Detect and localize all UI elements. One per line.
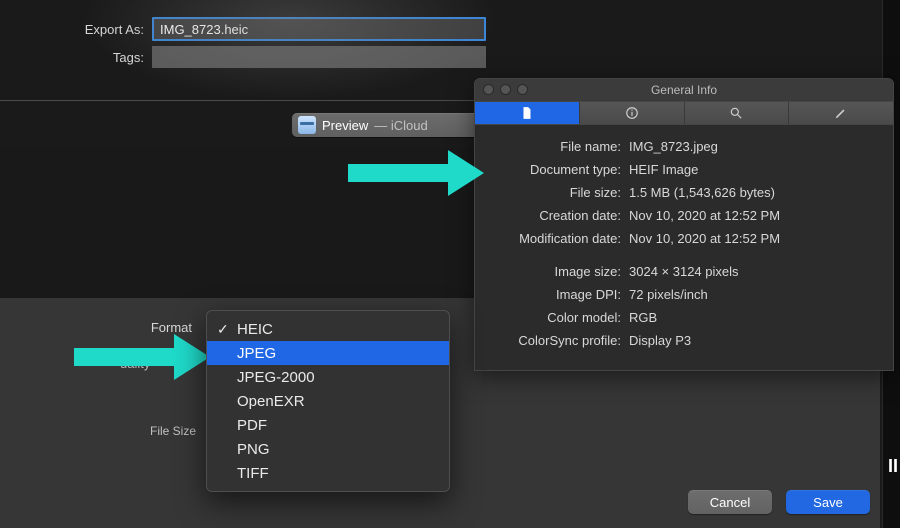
info-row-modified: Modification date: Nov 10, 2020 at 12:52… — [489, 227, 879, 250]
inspector-titlebar[interactable]: General Info — [475, 79, 893, 101]
info-key: Document type: — [489, 162, 629, 177]
format-option-jpeg2000[interactable]: JPEG-2000 — [207, 365, 449, 389]
menu-item-label: TIFF — [237, 465, 269, 482]
inspector-tab-info[interactable] — [580, 102, 685, 124]
format-option-heic[interactable]: ✓ HEIC — [207, 317, 449, 341]
tags-input[interactable] — [152, 46, 486, 68]
info-val: HEIF Image — [629, 162, 698, 177]
info-key: ColorSync profile: — [489, 333, 629, 348]
info-row-colorsync: ColorSync profile: Display P3 — [489, 329, 879, 352]
format-option-tiff[interactable]: TIFF — [207, 461, 449, 485]
pencil-icon — [834, 106, 848, 120]
format-option-openexr[interactable]: OpenEXR — [207, 389, 449, 413]
traffic-close-icon[interactable] — [483, 84, 494, 95]
info-val: 1.5 MB (1,543,626 bytes) — [629, 185, 775, 200]
inspector-tab-annotate[interactable] — [789, 102, 893, 124]
inspector-title: General Info — [651, 83, 717, 97]
location-folder: Preview — [322, 118, 368, 133]
menu-item-label: JPEG — [237, 345, 276, 362]
info-key: Modification date: — [489, 231, 629, 246]
format-dropdown-menu[interactable]: ✓ HEIC JPEG JPEG-2000 OpenEXR PDF PNG TI… — [206, 310, 450, 492]
info-val: Nov 10, 2020 at 12:52 PM — [629, 208, 780, 223]
adjacent-text-fragment: II — [888, 456, 898, 477]
search-icon — [729, 106, 743, 120]
export-as-label: Export As: — [0, 22, 152, 37]
info-row-filename: File name: IMG_8723.jpeg — [489, 135, 879, 158]
inspector-body: File name: IMG_8723.jpeg Document type: … — [475, 125, 893, 370]
menu-item-label: PDF — [237, 417, 267, 434]
info-key: Image DPI: — [489, 287, 629, 302]
info-val: Display P3 — [629, 333, 691, 348]
info-row-created: Creation date: Nov 10, 2020 at 12:52 PM — [489, 204, 879, 227]
info-icon — [625, 106, 639, 120]
inspector-tab-general[interactable] — [475, 102, 580, 124]
tags-label: Tags: — [0, 50, 152, 65]
info-row-dpi: Image DPI: 72 pixels/inch — [489, 283, 879, 306]
tags-row: Tags: — [0, 40, 880, 74]
traffic-minimize-icon[interactable] — [500, 84, 511, 95]
info-key: File size: — [489, 185, 629, 200]
preview-app-icon — [298, 116, 316, 134]
dialog-buttons: Cancel Save — [688, 490, 870, 514]
annotation-arrow-left — [74, 334, 210, 380]
menu-item-label: OpenEXR — [237, 393, 305, 410]
traffic-lights — [483, 84, 528, 95]
menu-item-label: JPEG-2000 — [237, 369, 315, 386]
cancel-button[interactable]: Cancel — [688, 490, 772, 514]
save-button[interactable]: Save — [786, 490, 870, 514]
info-row-doctype: Document type: HEIF Image — [489, 158, 879, 181]
info-val: IMG_8723.jpeg — [629, 139, 718, 154]
format-option-pdf[interactable]: PDF — [207, 413, 449, 437]
export-as-row: Export As: — [0, 0, 880, 34]
check-icon: ✓ — [217, 321, 229, 338]
info-key: Creation date: — [489, 208, 629, 223]
menu-item-label: PNG — [237, 441, 270, 458]
info-row-filesize: File size: 1.5 MB (1,543,626 bytes) — [489, 181, 879, 204]
info-val: Nov 10, 2020 at 12:52 PM — [629, 231, 780, 246]
info-key: Image size: — [489, 264, 629, 279]
info-key: File name: — [489, 139, 629, 154]
inspector-gap — [489, 250, 879, 260]
info-val: 72 pixels/inch — [629, 287, 708, 302]
info-val: 3024 × 3124 pixels — [629, 264, 739, 279]
info-row-imagesize: Image size: 3024 × 3124 pixels — [489, 260, 879, 283]
inspector-tabs — [475, 101, 893, 125]
file-size-label: File Size — [150, 424, 196, 438]
info-row-colormodel: Color model: RGB — [489, 306, 879, 329]
format-label: Format — [0, 320, 200, 335]
menu-item-label: HEIC — [237, 321, 273, 338]
location-suffix: — iCloud — [374, 118, 427, 133]
inspector-tab-search[interactable] — [685, 102, 790, 124]
info-key: Color model: — [489, 310, 629, 325]
annotation-arrow-top — [348, 150, 484, 196]
document-icon — [520, 106, 534, 120]
format-option-jpeg[interactable]: JPEG — [207, 341, 449, 365]
info-val: RGB — [629, 310, 657, 325]
filename-input[interactable] — [152, 17, 486, 41]
inspector-window: General Info File name: IMG_8723.jpeg Do… — [474, 78, 894, 371]
traffic-zoom-icon[interactable] — [517, 84, 528, 95]
format-option-png[interactable]: PNG — [207, 437, 449, 461]
